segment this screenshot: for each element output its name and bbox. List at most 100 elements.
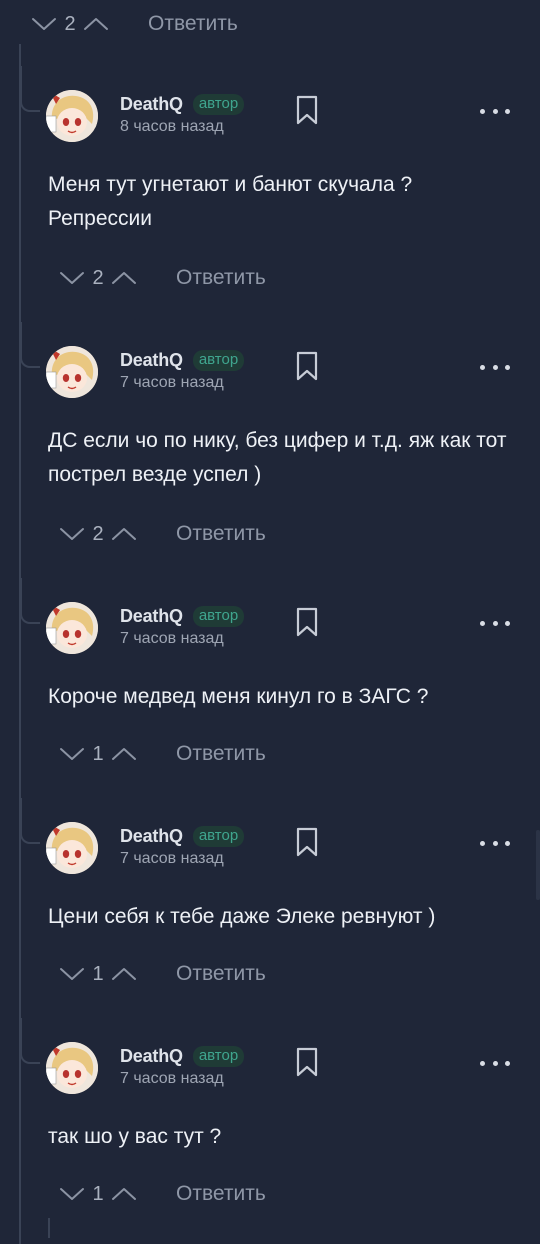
more-options-button[interactable] <box>480 836 510 850</box>
downvote-button[interactable] <box>56 266 88 290</box>
upvote-button[interactable] <box>108 1182 140 1206</box>
downvote-button[interactable] <box>56 962 88 986</box>
more-options-button[interactable] <box>480 616 510 630</box>
timestamp: 8 часов назад <box>120 118 224 135</box>
upvote-button[interactable] <box>80 12 112 36</box>
upvote-button[interactable] <box>108 266 140 290</box>
author-name[interactable]: DeathQ <box>120 1046 183 1067</box>
comment-text: Короче медвед меня кинул го в ЗАГС ? <box>48 685 429 708</box>
author-name[interactable]: DeathQ <box>120 94 183 115</box>
more-dots-icon <box>480 840 485 846</box>
downvote-button[interactable] <box>28 12 60 36</box>
chevron-up-icon <box>112 272 136 284</box>
author-name[interactable]: DeathQ <box>120 606 183 627</box>
bookmark-icon <box>296 1047 318 1077</box>
downvote-button[interactable] <box>56 742 88 766</box>
timestamp: 7 часов назад <box>120 850 224 867</box>
reply-button[interactable]: Ответить <box>176 742 266 766</box>
timestamp: 7 часов назад <box>120 1070 224 1087</box>
reply-button[interactable]: Ответить <box>176 962 266 986</box>
bookmark-button[interactable] <box>294 94 320 126</box>
author-badge: автор <box>192 1045 245 1067</box>
thread-branch <box>20 1018 40 1064</box>
vote-row: 2 Ответить <box>56 518 266 550</box>
bookmark-button[interactable] <box>294 606 320 638</box>
more-options-button[interactable] <box>480 104 510 118</box>
avatar-image <box>46 346 98 398</box>
thread-branch <box>20 798 40 844</box>
scrollbar[interactable] <box>536 830 540 900</box>
bookmark-icon <box>296 827 318 857</box>
downvote-button[interactable] <box>56 522 88 546</box>
thread-branch <box>20 66 40 112</box>
vote-count: 2 <box>92 522 104 545</box>
author-line: DeathQ автор <box>120 602 245 630</box>
upvote-button[interactable] <box>108 522 140 546</box>
avatar-image <box>46 822 98 874</box>
vote-row: 1 Ответить <box>56 958 266 990</box>
bookmark-icon <box>296 95 318 125</box>
avatar[interactable] <box>46 602 98 654</box>
bookmark-button[interactable] <box>294 1046 320 1078</box>
bookmark-button[interactable] <box>294 826 320 858</box>
reply-button[interactable]: Ответить <box>176 266 266 290</box>
author-badge: автор <box>192 605 245 627</box>
bookmark-button[interactable] <box>294 350 320 382</box>
more-options-button[interactable] <box>480 1056 510 1070</box>
chevron-up-icon <box>112 968 136 980</box>
vote-count: 1 <box>92 742 104 765</box>
more-options-button[interactable] <box>480 360 510 374</box>
downvote-button[interactable] <box>56 1182 88 1206</box>
author-badge: автор <box>192 349 245 371</box>
chevron-up-icon <box>84 18 108 30</box>
reply-button[interactable]: Ответить <box>148 12 238 36</box>
avatar[interactable] <box>46 1042 98 1094</box>
reply-button[interactable]: Ответить <box>176 1182 266 1206</box>
avatar[interactable] <box>46 822 98 874</box>
thread-line <box>19 44 21 1244</box>
reply-button[interactable]: Ответить <box>176 522 266 546</box>
more-dots-icon <box>480 1060 485 1066</box>
chevron-up-icon <box>112 748 136 760</box>
author-badge: автор <box>192 93 245 115</box>
thread-line-nested <box>48 1218 50 1238</box>
author-line: DeathQ автор <box>120 346 245 374</box>
top-vote-row: 2 Ответить <box>28 8 238 40</box>
bookmark-icon <box>296 351 318 381</box>
vote-count: 2 <box>64 12 76 35</box>
chevron-down-icon <box>60 1188 84 1200</box>
vote-row: 2 Ответить <box>56 262 266 294</box>
chevron-down-icon <box>32 18 56 30</box>
chevron-down-icon <box>60 968 84 980</box>
chevron-down-icon <box>60 272 84 284</box>
more-dots-icon <box>480 620 485 626</box>
more-dots-icon <box>480 364 485 370</box>
thread-branch <box>20 578 40 624</box>
vote-row: 1 Ответить <box>56 1178 266 1210</box>
author-badge: автор <box>192 825 245 847</box>
avatar-image <box>46 602 98 654</box>
author-line: DeathQ автор <box>120 1042 245 1070</box>
avatar-image <box>46 1042 98 1094</box>
bookmark-icon <box>296 607 318 637</box>
chevron-up-icon <box>112 1188 136 1200</box>
author-line: DeathQ автор <box>120 822 245 850</box>
avatar[interactable] <box>46 346 98 398</box>
vote-count: 1 <box>92 962 104 985</box>
chevron-up-icon <box>112 528 136 540</box>
comment-text: ДС если чо по нику, без цифер и т.д. яж … <box>48 429 507 486</box>
chevron-down-icon <box>60 748 84 760</box>
comment-text: так шо у вас тут ? <box>48 1125 222 1148</box>
author-name[interactable]: DeathQ <box>120 350 183 371</box>
avatar[interactable] <box>46 90 98 142</box>
upvote-button[interactable] <box>108 962 140 986</box>
vote-row: 1 Ответить <box>56 738 266 770</box>
comment-text: Цени себя к тебе даже Элеке ревнуют ) <box>48 905 436 928</box>
vote-count: 1 <box>92 1182 104 1205</box>
author-name[interactable]: DeathQ <box>120 826 183 847</box>
vote-count: 2 <box>92 266 104 289</box>
thread-branch <box>20 322 40 368</box>
upvote-button[interactable] <box>108 742 140 766</box>
avatar-image <box>46 90 98 142</box>
timestamp: 7 часов назад <box>120 630 224 647</box>
